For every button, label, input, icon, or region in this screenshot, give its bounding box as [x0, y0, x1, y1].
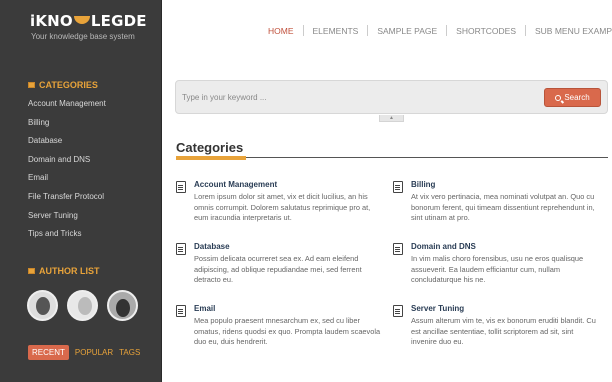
document-icon [176, 243, 186, 255]
sidebar-item-tips-tricks[interactable]: Tips and Tricks [28, 229, 106, 248]
search-bar: Search [175, 80, 608, 114]
tab-recent[interactable]: RECENT [28, 345, 69, 360]
title-accent [176, 156, 246, 160]
category-description: Possim delicata ocurreret sea ex. Ad eam… [194, 254, 362, 284]
category-title[interactable]: Server Tuning [411, 304, 464, 313]
sidebar-tabs: RECENT POPULAR TAGS [28, 345, 140, 360]
sidebar-item-account-management[interactable]: Account Management [28, 99, 106, 118]
search-input[interactable] [182, 86, 540, 108]
folder-icon [28, 82, 35, 88]
tab-popular[interactable]: POPULAR [75, 348, 113, 357]
document-icon [176, 305, 186, 317]
avatar[interactable] [67, 290, 98, 321]
category-description: In vim malis choro forensibus, usu ne er… [411, 254, 584, 284]
category-description: Lorem ipsum dolor sit amet, vix et dicit… [194, 192, 371, 222]
category-description: Mea populo praesent mnesarchum ex, sed c… [194, 316, 381, 346]
category-title[interactable]: Email [194, 304, 215, 313]
category-description: At vix vero pertinacia, mea nominati vol… [411, 192, 595, 222]
categories-heading-label: CATEGORIES [39, 80, 98, 90]
search-button[interactable]: Search [544, 88, 601, 107]
sidebar-item-email[interactable]: Email [28, 173, 106, 192]
tab-tags[interactable]: TAGS [119, 348, 140, 357]
page-title: Categories [176, 140, 244, 155]
avatar[interactable] [107, 290, 138, 321]
document-icon [176, 181, 186, 193]
site-logo[interactable]: iKNO LEGDE [30, 12, 147, 32]
category-title[interactable]: Billing [411, 180, 435, 189]
category-title[interactable]: Account Management [194, 180, 277, 189]
category-description: Assum alterum vim te, vis ex bonorum eru… [411, 316, 596, 346]
sidebar-item-ftp[interactable]: File Transfer Protocol [28, 192, 106, 211]
document-icon [393, 181, 403, 193]
categories-heading: CATEGORIES [28, 80, 98, 90]
nav-sample-page[interactable]: SAMPLE PAGE [368, 26, 446, 36]
author-list-heading: AUTHOR LIST [28, 266, 100, 276]
logo-mark-icon [73, 15, 90, 24]
sidebar-category-list: Account Management Billing Database Doma… [28, 99, 106, 248]
avatar[interactable] [27, 290, 58, 321]
nav-shortcodes[interactable]: SHORTCODES [447, 26, 525, 36]
document-icon [393, 243, 403, 255]
sidebar-item-domain-dns[interactable]: Domain and DNS [28, 155, 106, 174]
sidebar: iKNO LEGDE Your knowledge base system CAT… [0, 0, 162, 382]
sidebar-item-billing[interactable]: Billing [28, 118, 106, 137]
search-icon [555, 94, 562, 101]
nav-home[interactable]: HOME [268, 26, 303, 36]
nav-elements[interactable]: ELEMENTS [304, 26, 368, 36]
search-toggle-handle[interactable]: ▲ [379, 115, 404, 122]
folder-icon [28, 268, 35, 274]
document-icon [393, 305, 403, 317]
logo-text-left: iKNO [30, 12, 73, 30]
site-tagline: Your knowledge base system [31, 32, 135, 41]
sidebar-item-server-tuning[interactable]: Server Tuning [28, 211, 106, 230]
main-nav: HOME ELEMENTS SAMPLE PAGE SHORTCODES SUB… [268, 25, 612, 36]
category-title[interactable]: Domain and DNS [411, 242, 476, 251]
nav-sub-menu-example[interactable]: SUB MENU EXAMPLE [526, 26, 612, 36]
logo-text-right: LEGDE [90, 12, 147, 30]
author-list-heading-label: AUTHOR LIST [39, 266, 100, 276]
author-avatars [27, 290, 138, 321]
sidebar-item-database[interactable]: Database [28, 136, 106, 155]
category-title[interactable]: Database [194, 242, 230, 251]
search-button-label: Search [564, 93, 590, 102]
